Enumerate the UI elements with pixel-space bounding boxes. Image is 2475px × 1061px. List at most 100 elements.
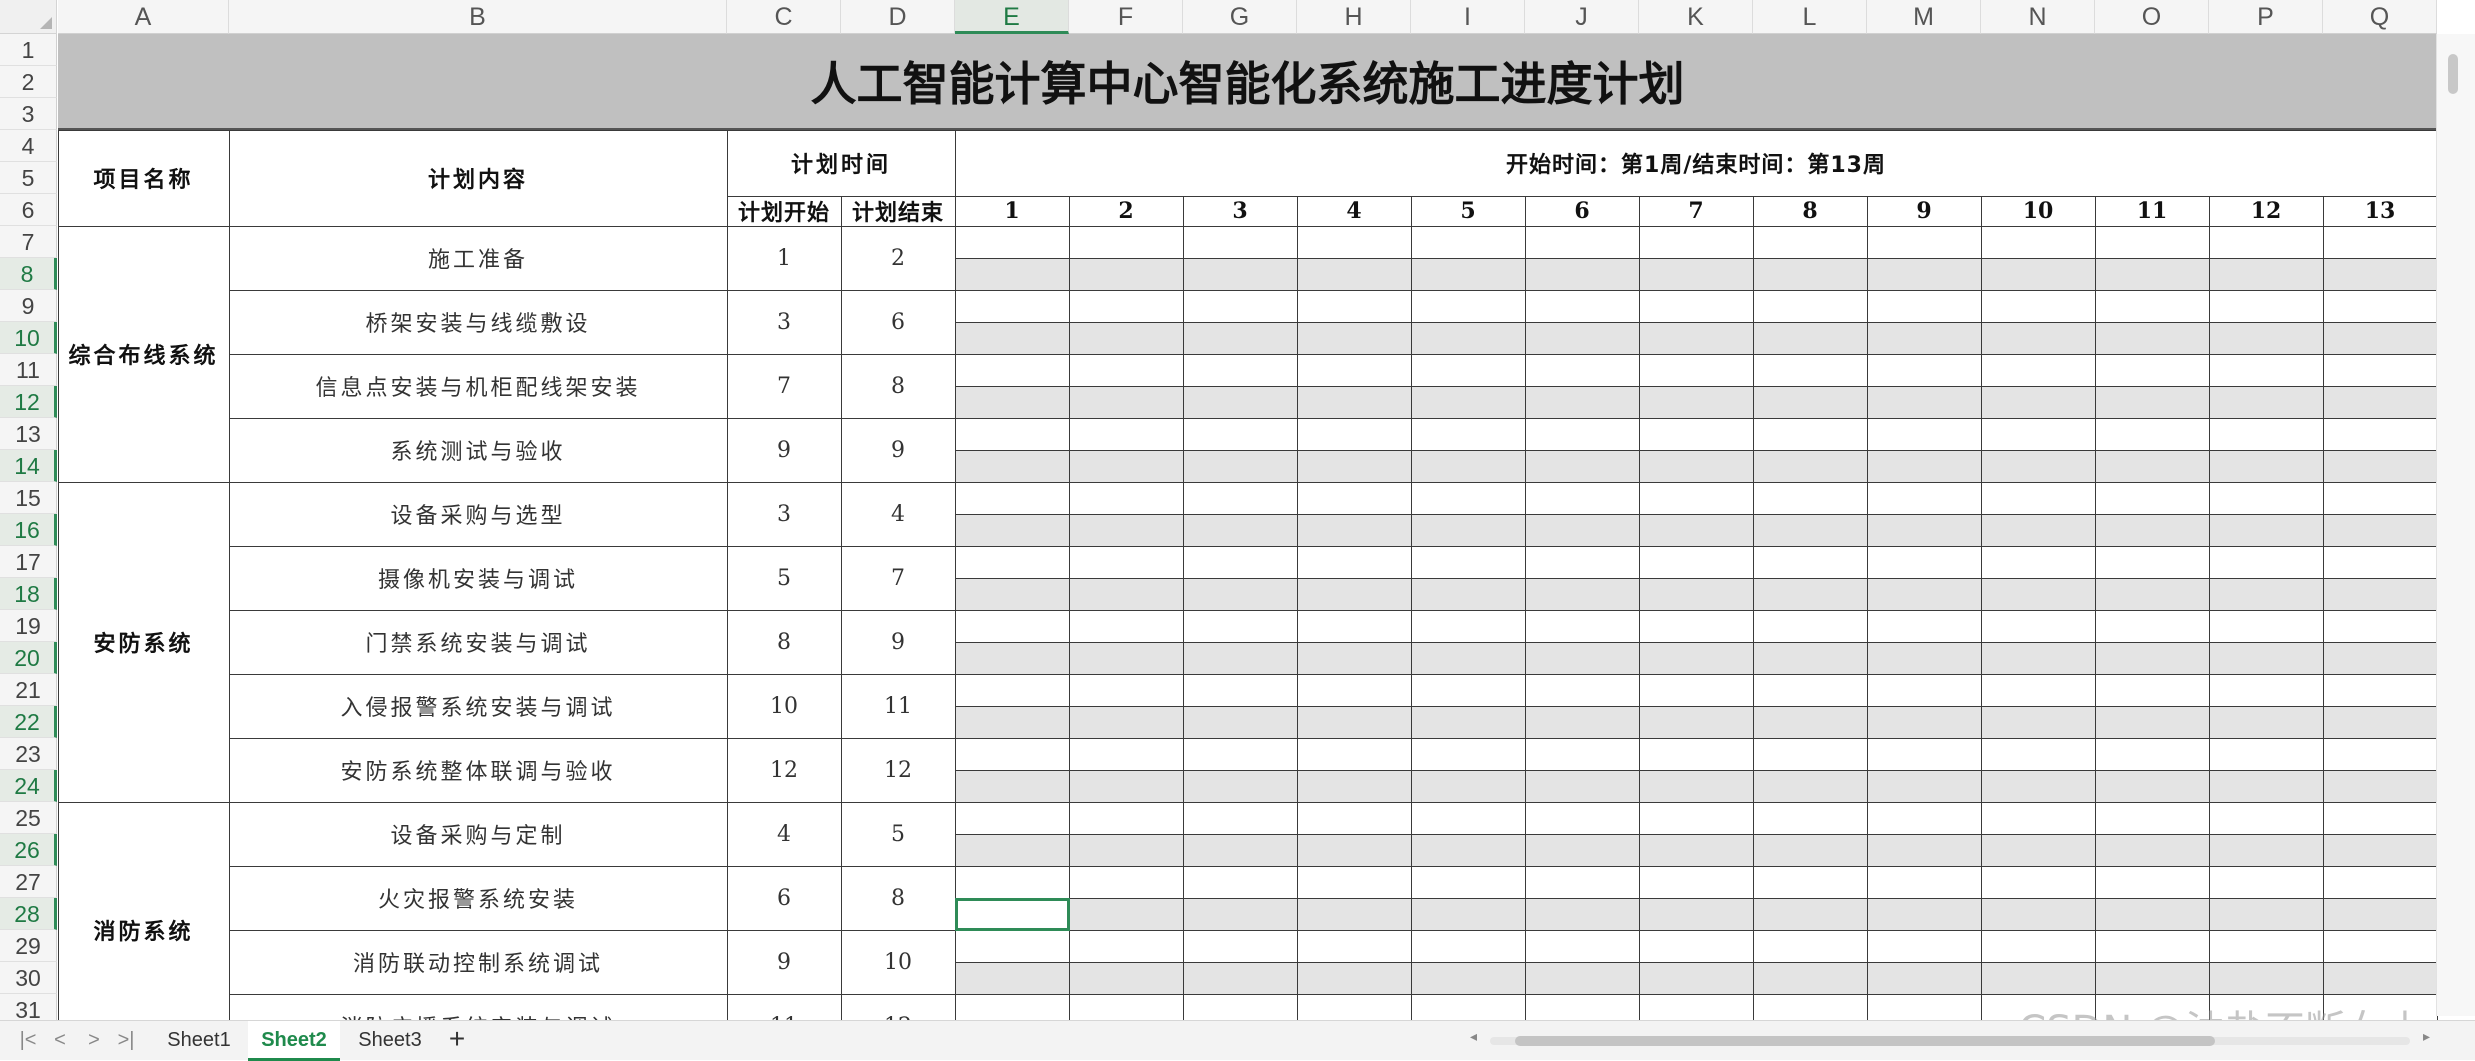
- week-cell[interactable]: [1297, 386, 1411, 418]
- column-header-n[interactable]: N: [1981, 0, 2095, 34]
- week-cell[interactable]: [2323, 322, 2437, 354]
- week-cell[interactable]: [1525, 578, 1639, 610]
- week-cell[interactable]: [1297, 770, 1411, 802]
- task-plan-end[interactable]: 12: [841, 738, 955, 802]
- task-plan-end[interactable]: 8: [841, 866, 955, 930]
- task-plan-end[interactable]: 9: [841, 610, 955, 674]
- task-plan-start[interactable]: 9: [727, 930, 841, 994]
- week-cell[interactable]: [2209, 642, 2323, 674]
- week-cell[interactable]: [1411, 450, 1525, 482]
- week-cell[interactable]: [1981, 770, 2095, 802]
- task-plan-start[interactable]: 10: [727, 674, 841, 738]
- week-cell[interactable]: [1525, 450, 1639, 482]
- week-cell[interactable]: [2095, 706, 2209, 738]
- week-cell[interactable]: [1297, 450, 1411, 482]
- week-cell[interactable]: [2095, 450, 2209, 482]
- week-cell[interactable]: [955, 258, 1069, 290]
- week-cell[interactable]: [1981, 386, 2095, 418]
- row-header-10[interactable]: 10: [0, 322, 57, 354]
- scroll-right-icon[interactable]: ▸: [2423, 1028, 2430, 1045]
- scroll-left-icon[interactable]: ◂: [1470, 1028, 1477, 1045]
- row-header-3[interactable]: 3: [0, 98, 57, 130]
- week-cell[interactable]: [1183, 962, 1297, 994]
- week-cell[interactable]: [1183, 514, 1297, 546]
- week-header-4[interactable]: 4: [1297, 196, 1411, 226]
- week-header-5[interactable]: 5: [1411, 196, 1525, 226]
- task-plan-start[interactable]: 4: [727, 802, 841, 866]
- week-cell[interactable]: [1639, 450, 1753, 482]
- week-cell[interactable]: [1981, 514, 2095, 546]
- task-content[interactable]: 施工准备: [229, 226, 727, 290]
- week-cell[interactable]: [1753, 578, 1867, 610]
- row-header-18[interactable]: 18: [0, 578, 57, 610]
- week-header-10[interactable]: 10: [1981, 196, 2095, 226]
- row-header-26[interactable]: 26: [0, 834, 57, 866]
- week-cell[interactable]: [2323, 834, 2437, 866]
- week-cell[interactable]: [2323, 770, 2437, 802]
- task-content[interactable]: 系统测试与验收: [229, 418, 727, 482]
- week-cell[interactable]: [1981, 258, 2095, 290]
- week-cell[interactable]: [1069, 642, 1183, 674]
- row-header-14[interactable]: 14: [0, 450, 57, 482]
- task-plan-end[interactable]: 8: [841, 354, 955, 418]
- week-cell[interactable]: [1183, 898, 1297, 930]
- column-header-b[interactable]: B: [229, 0, 727, 34]
- week-cell[interactable]: [2323, 578, 2437, 610]
- week-cell[interactable]: [2323, 706, 2437, 738]
- header-plan-end[interactable]: 计划结束: [841, 196, 955, 226]
- week-cell[interactable]: [955, 962, 1069, 994]
- prev-sheet-icon[interactable]: <: [46, 1027, 74, 1053]
- week-cell[interactable]: [2095, 514, 2209, 546]
- week-header-11[interactable]: 11: [2095, 196, 2209, 226]
- task-content[interactable]: 安防系统整体联调与验收: [229, 738, 727, 802]
- column-header-g[interactable]: G: [1183, 0, 1297, 34]
- week-cell[interactable]: [1069, 770, 1183, 802]
- column-header-c[interactable]: C: [727, 0, 841, 34]
- week-cell[interactable]: [1297, 578, 1411, 610]
- week-cell[interactable]: [2323, 450, 2437, 482]
- task-plan-end[interactable]: 9: [841, 418, 955, 482]
- week-cell[interactable]: [1297, 258, 1411, 290]
- week-cell[interactable]: [1069, 514, 1183, 546]
- week-cell[interactable]: [1297, 706, 1411, 738]
- week-cell[interactable]: [1297, 642, 1411, 674]
- active-cell[interactable]: [955, 898, 1070, 931]
- row-header-24[interactable]: 24: [0, 770, 57, 802]
- week-cell[interactable]: [2095, 770, 2209, 802]
- task-plan-start[interactable]: 8: [727, 610, 841, 674]
- week-cell[interactable]: [2323, 642, 2437, 674]
- week-header-7[interactable]: 7: [1639, 196, 1753, 226]
- week-cell[interactable]: [1411, 706, 1525, 738]
- week-cell[interactable]: [1639, 578, 1753, 610]
- task-plan-end[interactable]: 4: [841, 482, 955, 546]
- week-header-8[interactable]: 8: [1753, 196, 1867, 226]
- week-cell[interactable]: [1411, 898, 1525, 930]
- task-content[interactable]: 摄像机安装与调试: [229, 546, 727, 610]
- week-cell[interactable]: [2095, 642, 2209, 674]
- week-cell[interactable]: [1753, 642, 1867, 674]
- column-header-f[interactable]: F: [1069, 0, 1183, 34]
- week-cell[interactable]: [1411, 834, 1525, 866]
- week-cell[interactable]: [1411, 578, 1525, 610]
- week-cell[interactable]: [1753, 450, 1867, 482]
- week-cell[interactable]: [1639, 514, 1753, 546]
- week-cell[interactable]: [1525, 322, 1639, 354]
- week-cell[interactable]: [1183, 770, 1297, 802]
- week-header-3[interactable]: 3: [1183, 196, 1297, 226]
- column-header-j[interactable]: J: [1525, 0, 1639, 34]
- week-cell[interactable]: [1753, 386, 1867, 418]
- week-cell[interactable]: [2209, 514, 2323, 546]
- week-cell[interactable]: [1183, 642, 1297, 674]
- week-header-2[interactable]: 2: [1069, 196, 1183, 226]
- row-header-17[interactable]: 17: [0, 546, 57, 578]
- week-cell[interactable]: [1411, 962, 1525, 994]
- week-cell[interactable]: [1981, 642, 2095, 674]
- task-content[interactable]: 消防联动控制系统调试: [229, 930, 727, 994]
- week-cell[interactable]: [955, 514, 1069, 546]
- row-header-23[interactable]: 23: [0, 738, 57, 770]
- week-cell[interactable]: [2209, 578, 2323, 610]
- column-header-m[interactable]: M: [1867, 0, 1981, 34]
- week-header-6[interactable]: 6: [1525, 196, 1639, 226]
- week-cell[interactable]: [1639, 258, 1753, 290]
- column-header-i[interactable]: I: [1411, 0, 1525, 34]
